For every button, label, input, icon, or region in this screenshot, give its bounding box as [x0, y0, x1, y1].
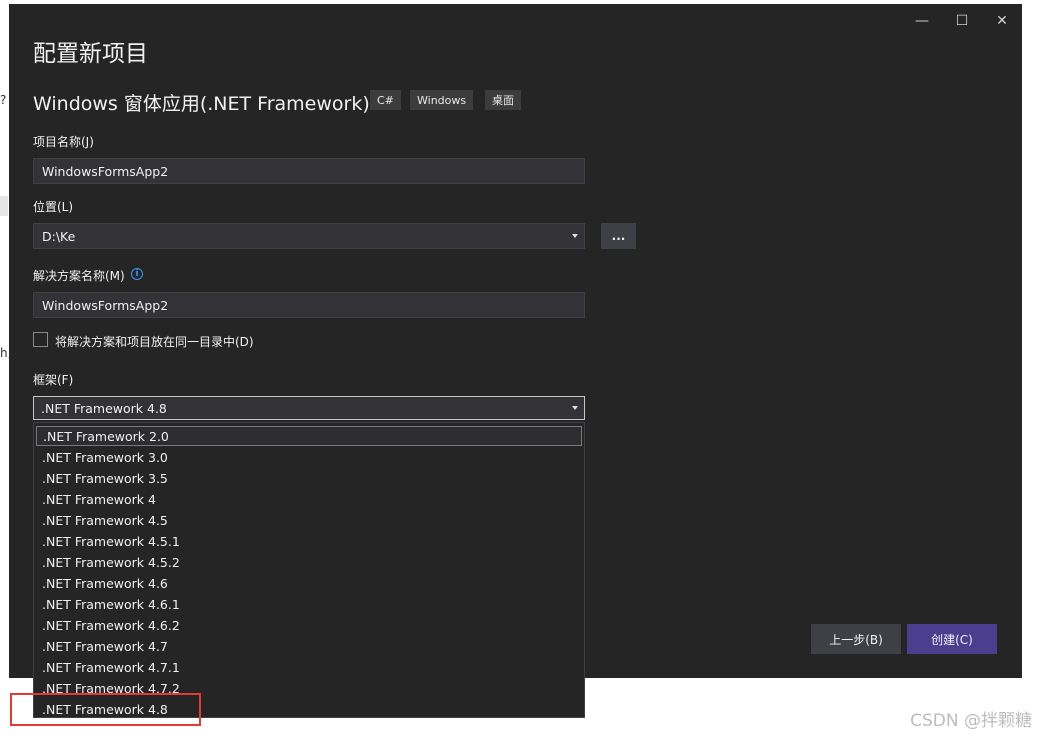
framework-option[interactable]: .NET Framework 3.0 — [36, 447, 582, 467]
background-text-fragment: ? — [0, 93, 7, 107]
project-name-input[interactable]: WindowsFormsApp2 — [33, 158, 585, 184]
tag-platform: Windows — [410, 90, 474, 110]
framework-selected-value: .NET Framework 4.8 — [41, 400, 167, 416]
chevron-down-icon[interactable] — [572, 234, 578, 238]
info-icon[interactable]: i — [131, 268, 143, 280]
framework-label: 框架(F) — [33, 373, 74, 387]
close-button[interactable]: ✕ — [987, 10, 1017, 32]
tag-project-type: 桌面 — [485, 90, 521, 110]
framework-option[interactable]: .NET Framework 4.6.2 — [36, 615, 582, 635]
framework-dropdown-list: .NET Framework 2.0 .NET Framework 3.0 .N… — [33, 422, 585, 718]
configure-project-dialog: — ☐ ✕ 配置新项目 Windows 窗体应用(.NET Framework)… — [9, 4, 1022, 718]
browse-button[interactable]: ... — [601, 223, 636, 249]
framework-option[interactable]: .NET Framework 4 — [36, 489, 582, 509]
location-value: D:\Ke — [42, 228, 76, 244]
framework-option[interactable]: .NET Framework 4.5.2 — [36, 552, 582, 572]
highlight-annotation — [10, 693, 201, 726]
solution-name-label: 解决方案名称(M) — [33, 269, 125, 283]
solution-name-input[interactable]: WindowsFormsApp2 — [33, 292, 585, 318]
page-title: 配置新项目 — [33, 41, 148, 67]
same-directory-checkbox[interactable] — [33, 332, 48, 347]
framework-select[interactable]: .NET Framework 4.8 — [33, 396, 585, 420]
tag-language: C# — [370, 90, 401, 110]
maximize-button[interactable]: ☐ — [947, 10, 977, 32]
framework-option[interactable]: .NET Framework 4.7 — [36, 636, 582, 656]
location-label: 位置(L) — [33, 200, 74, 214]
chevron-down-icon[interactable] — [572, 406, 578, 410]
framework-option[interactable]: .NET Framework 2.0 — [36, 426, 582, 446]
minimize-button[interactable]: — — [907, 10, 937, 32]
project-name-label: 项目名称(J) — [33, 135, 94, 149]
framework-option[interactable]: .NET Framework 4.5 — [36, 510, 582, 530]
back-button[interactable]: 上一步(B) — [811, 624, 901, 654]
framework-option[interactable]: .NET Framework 4.6.1 — [36, 594, 582, 614]
framework-option[interactable]: .NET Framework 4.5.1 — [36, 531, 582, 551]
framework-option[interactable]: .NET Framework 4.7.1 — [36, 657, 582, 677]
background-strip — [0, 196, 8, 216]
framework-option[interactable]: .NET Framework 4.6 — [36, 573, 582, 593]
watermark: CSDN @拌颗糖 — [910, 711, 1032, 731]
framework-option[interactable]: .NET Framework 3.5 — [36, 468, 582, 488]
same-directory-label: 将解决方案和项目放在同一目录中(D) — [55, 335, 254, 349]
create-button[interactable]: 创建(C) — [907, 624, 997, 654]
template-name: Windows 窗体应用(.NET Framework) — [33, 93, 370, 115]
location-combobox[interactable]: D:\Ke — [33, 223, 585, 249]
